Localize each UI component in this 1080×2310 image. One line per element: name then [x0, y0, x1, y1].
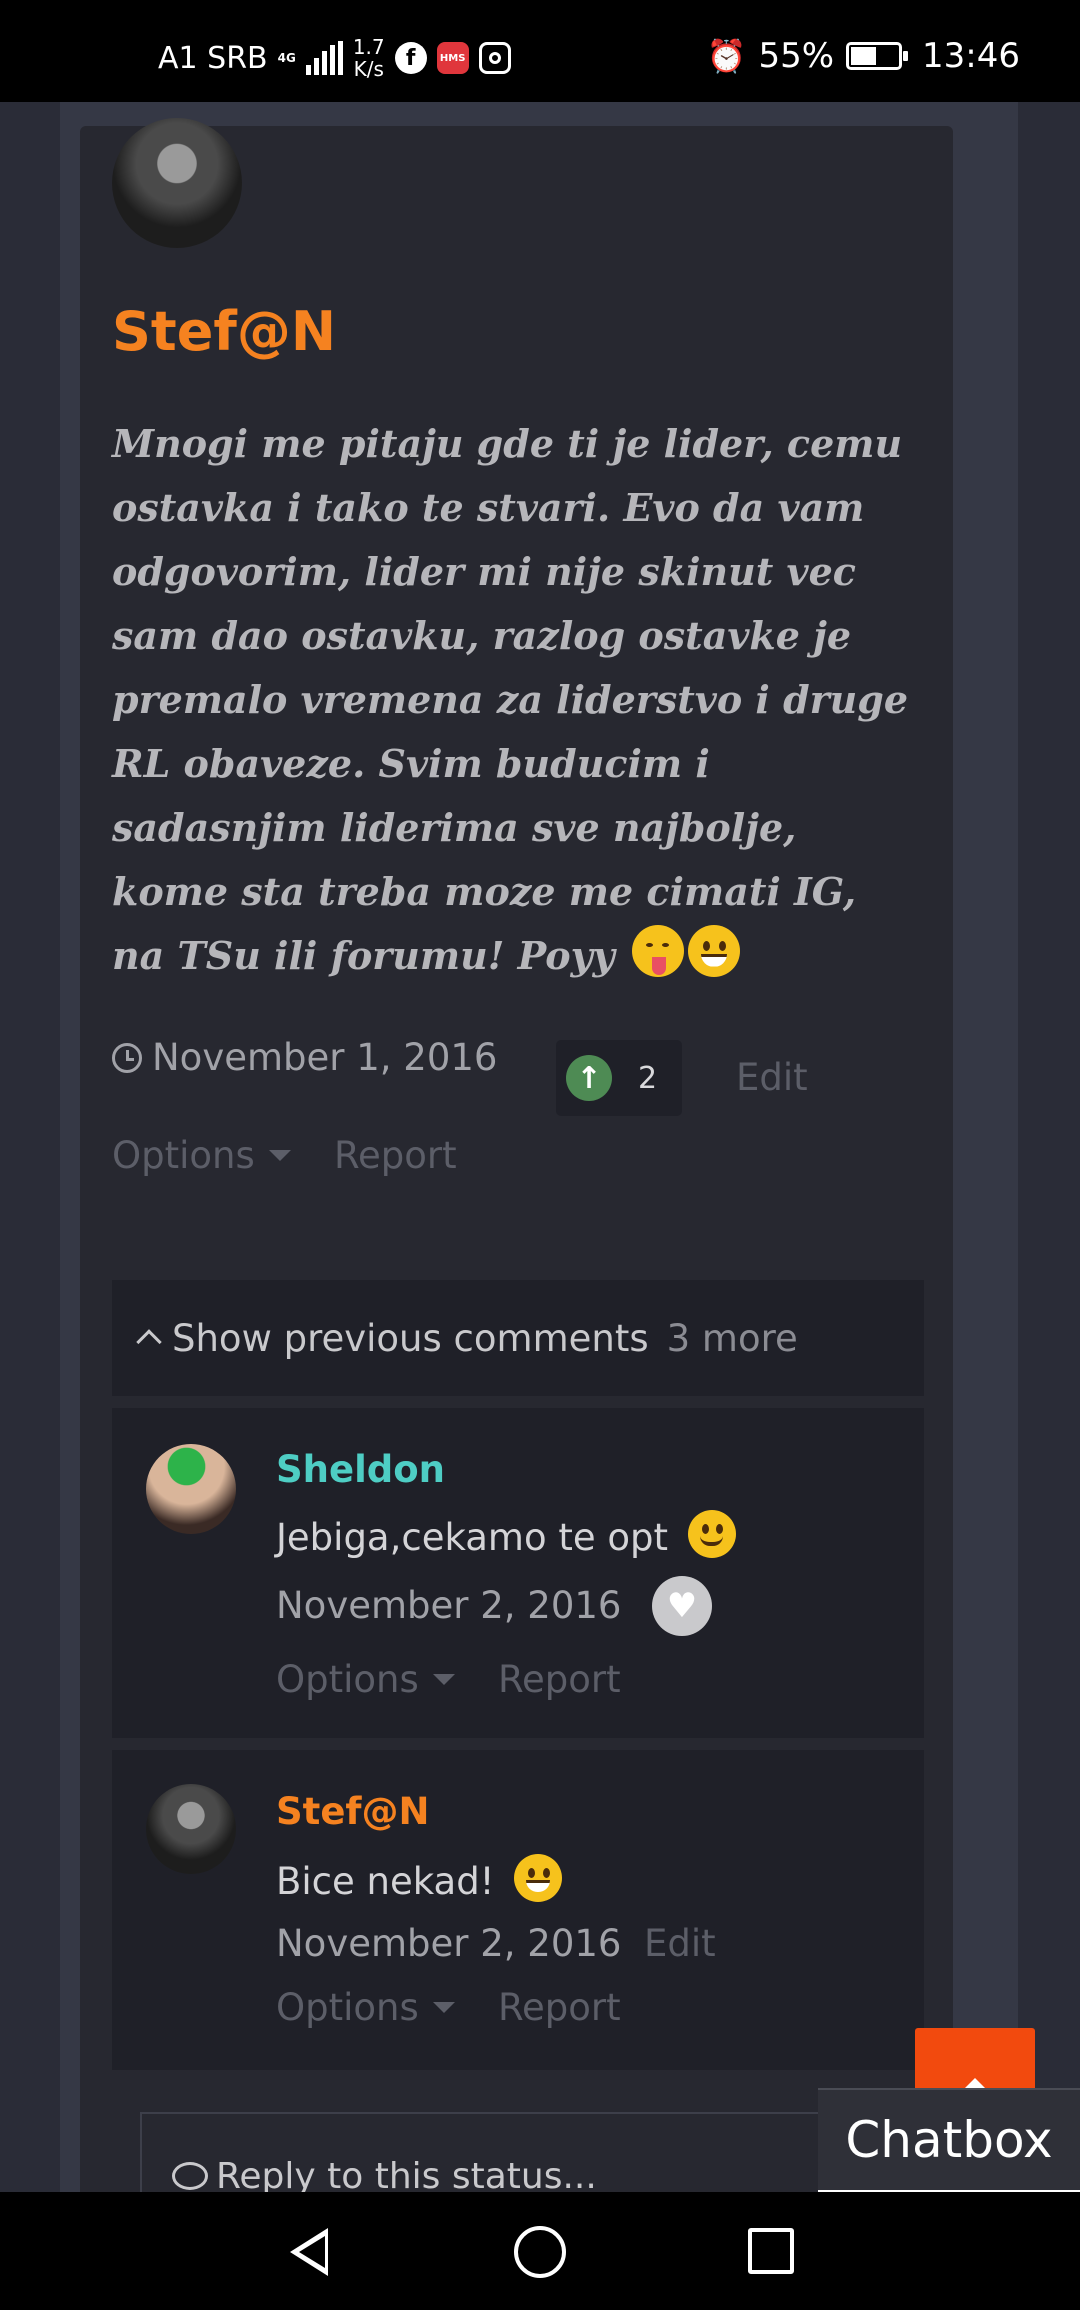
reputation-badge[interactable]: ↑ 2: [556, 1040, 682, 1116]
network-type: 4G: [277, 50, 296, 65]
comment-report-link[interactable]: Report: [498, 1986, 621, 2029]
caret-down-icon: [432, 1674, 455, 1685]
comment-options-button[interactable]: Options: [276, 1986, 455, 2029]
comment-report-link[interactable]: Report: [498, 1658, 621, 1701]
more-count: 3 more: [666, 1316, 798, 1360]
post-options-button[interactable]: Options: [112, 1134, 291, 1177]
tongue-out-emoji: [631, 925, 684, 977]
facebook-icon: f: [394, 42, 427, 74]
caret-down-icon: [268, 1150, 291, 1161]
back-icon[interactable]: [290, 2228, 328, 2276]
instagram-icon: [478, 42, 511, 74]
commenter-avatar[interactable]: [146, 1444, 236, 1534]
status-right: ⏰ 55% 13:46: [707, 36, 1020, 76]
comment-author[interactable]: Sheldon: [276, 1448, 445, 1491]
comment-text: Bice nekad!: [276, 1854, 563, 1903]
post-author[interactable]: Stef@N: [112, 300, 336, 363]
alarm-icon: ⏰: [706, 37, 747, 75]
author-avatar[interactable]: [112, 118, 242, 248]
carrier-label: A1 SRB: [158, 40, 268, 76]
heart-icon[interactable]: ♥: [652, 1576, 712, 1636]
status-body: Mnogi me pitaju gde ti je lider, cemu os…: [112, 412, 912, 988]
battery-icon: [846, 42, 909, 70]
clock-time: 13:46: [922, 36, 1020, 76]
edit-post-link[interactable]: Edit: [736, 1056, 808, 1099]
signal-icon: [305, 41, 343, 75]
comment-item: Stef@N Bice nekad! November 2, 2016 Edit…: [112, 1750, 924, 2070]
chevron-up-icon: [136, 1329, 162, 1355]
reputation-count: 2: [638, 1060, 658, 1096]
network-speed: 1.7 K/s: [352, 35, 385, 81]
grin-emoji: [687, 925, 740, 977]
comment-options-button[interactable]: Options: [276, 1658, 455, 1701]
status-bar: A1 SRB 4G 1.7 K/s f HMS ⏰ 55% 13:46: [0, 0, 1080, 102]
comment-date[interactable]: November 2, 2016: [276, 1922, 621, 1965]
speech-bubble-icon: [172, 2162, 208, 2190]
commenter-avatar[interactable]: [146, 1784, 236, 1874]
grin-emoji: [514, 1854, 563, 1902]
hms-icon: HMS: [436, 42, 469, 74]
status-left: A1 SRB 4G 1.7 K/s f HMS: [158, 36, 511, 80]
chatbox-button[interactable]: Chatbox: [818, 2088, 1080, 2192]
comment-text: Jebiga,cekamo te opt: [276, 1510, 736, 1559]
recent-apps-icon[interactable]: [748, 2228, 794, 2274]
comment-date[interactable]: November 2, 2016: [276, 1584, 621, 1627]
report-post-link[interactable]: Report: [334, 1134, 457, 1177]
upvote-arrow-icon[interactable]: ↑: [566, 1055, 612, 1101]
clock-icon: [112, 1042, 142, 1073]
comment-author[interactable]: Stef@N: [276, 1790, 430, 1833]
caret-down-icon: [432, 2002, 455, 2013]
comment-item: Sheldon Jebiga,cekamo te opt November 2,…: [112, 1408, 924, 1738]
smile-emoji: [687, 1510, 736, 1558]
show-previous-comments[interactable]: Show previous comments 3 more: [112, 1280, 924, 1396]
battery-percent: 55%: [758, 36, 835, 76]
post-date[interactable]: November 1, 2016: [112, 1036, 497, 1079]
edit-comment-link[interactable]: Edit: [644, 1922, 716, 1965]
home-icon[interactable]: [514, 2226, 566, 2278]
navigation-bar: [0, 2192, 1080, 2310]
status-body-text: Mnogi me pitaju gde ti je lider, cemu os…: [112, 421, 909, 978]
